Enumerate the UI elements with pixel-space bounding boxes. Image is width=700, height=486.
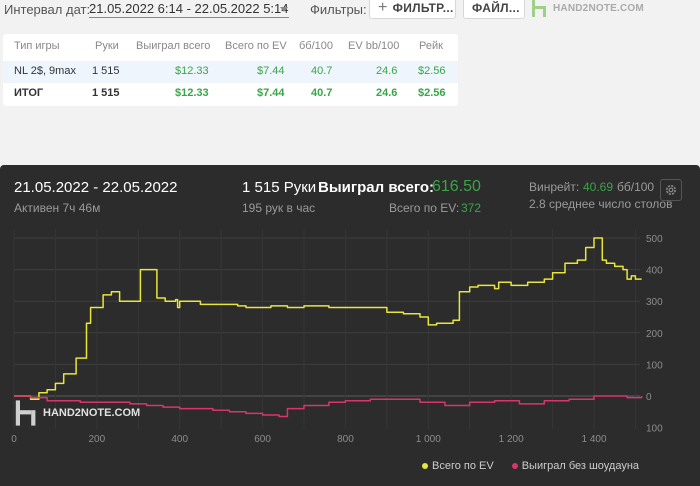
legend-marker-ev (422, 463, 428, 469)
col-header[interactable]: Выиграл всего (136, 40, 210, 52)
h2n-logo-icon (532, 0, 546, 17)
cell-bb100: 40.7 (311, 87, 333, 99)
y-tick-label: 100 (646, 360, 663, 371)
cell-hands: 1 515 (92, 87, 120, 99)
x-tick-label: 0 (11, 434, 17, 445)
cell-rake: $2.56 (418, 65, 446, 77)
x-tick-label: 1 000 (416, 434, 441, 445)
graph-panel: 21.05.2022 - 22.05.2022 Активен 7ч 46м 1… (0, 165, 700, 486)
h2n-logo-icon (15, 400, 36, 426)
files-button[interactable]: ФАЙЛ... (463, 0, 525, 19)
cell-won: $12.33 (175, 87, 209, 99)
files-button-label: ФАЙЛ... (472, 0, 520, 15)
col-header[interactable]: Руки (95, 40, 119, 52)
y-tick-label: 400 (646, 266, 663, 277)
chevron-down-icon[interactable] (280, 7, 288, 12)
cell-hands: 1 515 (92, 65, 120, 77)
y-tick-label: 100 (646, 424, 663, 435)
col-header[interactable]: Всего по EV (225, 40, 287, 52)
table-total-row: ИТОГ 1 515 $12.33 $7.44 40.7 24.6 $2.56 (3, 83, 458, 105)
cell-bb100: 40.7 (311, 65, 333, 77)
chart-series (14, 237, 643, 418)
series-line-ev (14, 237, 642, 400)
winnings-chart[interactable]: 5004003002001000100 0 200 400 600 800 1 000 1 … (0, 165, 700, 486)
y-tick-label: 0 (646, 392, 652, 403)
col-header[interactable]: бб/100 (299, 40, 333, 52)
filter-button-label: ФИЛЬТР... (392, 0, 454, 15)
toolbar: Интервал дат: 21.05.2022 6:14 - 22.05.20… (0, 0, 700, 22)
x-tick-label: 800 (337, 434, 354, 445)
cell-ev: $7.44 (257, 65, 285, 77)
cell-won: $12.33 (175, 65, 209, 77)
cell-rake: $2.56 (418, 87, 446, 99)
plus-icon: + (378, 0, 388, 16)
y-tick-label: 300 (646, 297, 663, 308)
x-axis-ticks: 0 200 400 600 800 1 000 1 200 1 400 (11, 434, 607, 445)
y-axis-ticks: 500 400 300 200 100 0 100 (646, 234, 663, 435)
legend-marker-nonshowdown (511, 463, 518, 469)
x-tick-label: 1 200 (499, 434, 524, 445)
brand-text: HAND2NOTE.COM (553, 2, 644, 14)
cell-game-type: ИТОГ (14, 87, 44, 99)
stats-table: Тип игры Руки Выиграл всего Всего по EV … (3, 34, 458, 106)
legend-label-ev[interactable]: Всего по EV (432, 460, 494, 472)
cell-ev-bb100: 24.6 (376, 65, 398, 77)
x-tick-label: 400 (171, 434, 188, 445)
chart-watermark: HAND2NOTE.COM (14, 399, 140, 427)
legend-label-nonshowdown[interactable]: Выиграл без шоудауна (522, 460, 639, 472)
filters-label: Фильтры: (310, 2, 367, 17)
x-tick-label: 600 (254, 434, 271, 445)
brand-logo: HAND2NOTE.COM (531, 0, 644, 18)
cell-game-type: NL 2$, 9max (14, 65, 76, 77)
cell-ev-bb100: 24.6 (376, 87, 398, 99)
col-header[interactable]: EV bb/100 (348, 40, 399, 52)
col-header[interactable]: Тип игры (14, 40, 60, 52)
table-header: Тип игры Руки Выиграл всего Всего по EV … (3, 36, 458, 58)
date-range-picker[interactable]: 21.05.2022 6:14 - 22.05.2022 5:14 (89, 1, 289, 18)
x-tick-label: 1 400 (581, 434, 606, 445)
filter-button[interactable]: + ФИЛЬТР... (369, 0, 456, 19)
watermark-text: HAND2NOTE.COM (43, 407, 141, 419)
chart-legend: Всего по EV Выиграл без шоудауна (422, 460, 639, 472)
y-tick-label: 500 (646, 234, 663, 245)
table-row[interactable]: NL 2$, 9max 1 515 $12.33 $7.44 40.7 24.6… (3, 61, 458, 83)
col-header[interactable]: Рейк (419, 40, 443, 52)
x-tick-label: 200 (89, 434, 106, 445)
cell-ev: $7.44 (257, 87, 285, 99)
y-tick-label: 200 (646, 329, 663, 340)
interval-label: Интервал дат: (4, 2, 91, 17)
